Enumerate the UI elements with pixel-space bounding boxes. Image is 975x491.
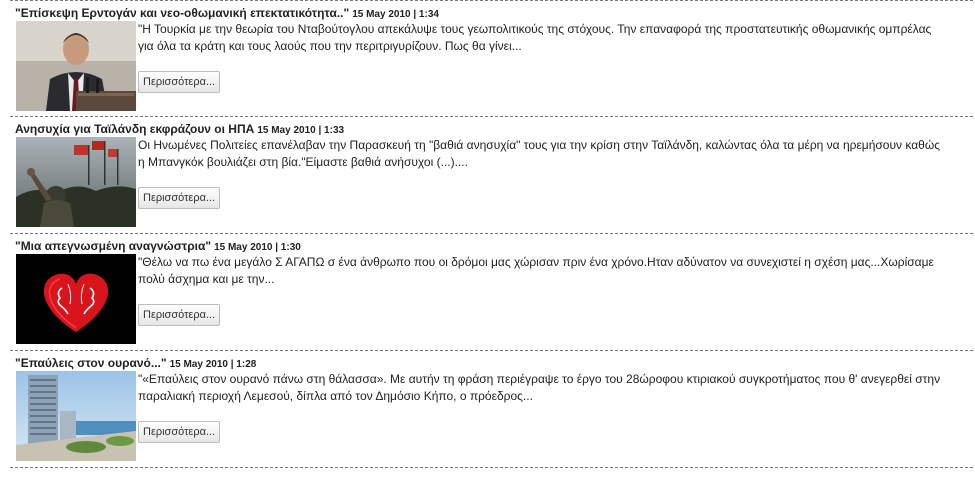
article-date: 15 May 2010 | 1:30 [214,242,301,253]
article-title-link[interactable]: "Επίσκεψη Ερντογάν και νεο-οθωμανική επε… [15,6,349,20]
article-item: Ανησυχία για Ταϊλάνδη εκφράζουν οι ΗΠΑ 15… [10,117,973,234]
article-header: "Επίσκεψη Ερντογάν και νεο-οθωμανική επε… [15,6,439,22]
article-header: "Επαύλεις στον ουρανό..." 15 May 2010 | 1… [15,356,256,372]
article-excerpt: "«Επαύλεις στον ουρανό πάνω στη θάλασσα»… [138,372,941,403]
read-more-button[interactable]: Περισσότερα... [138,304,221,326]
article-thumbnail[interactable] [16,137,136,227]
article-thumbnail[interactable] [16,371,136,461]
read-more-button[interactable]: Περισσότερα... [138,187,221,209]
article-date: 15 May 2010 | 1:33 [257,125,345,136]
article-date: 15 May 2010 | 1:28 [169,359,257,370]
article-header: "Μια απεγνωσμένη αναγνώστρια" 15 May 2010… [15,239,301,255]
article-excerpt: "Η Τουρκία με την θεωρία του Νταβούτογλο… [138,22,932,53]
article-thumbnail[interactable] [16,254,136,344]
article-title-link[interactable]: "Επαύλεις στον ουρανό..." [15,356,167,370]
read-more-button[interactable]: Περισσότερα... [138,71,221,93]
article-title-link[interactable]: Ανησυχία για Ταϊλάνδη εκφράζουν οι ΗΠΑ [15,122,254,136]
article-date: 15 May 2010 | 1:34 [352,9,439,20]
article-excerpt: "Θέλω να πω ένα μεγάλο Σ ΑΓΑΠΩ σ ένα άνθ… [138,255,934,286]
article-title-link[interactable]: "Μια απεγνωσμένη αναγνώστρια" [15,239,211,253]
read-more-button[interactable]: Περισσότερα... [138,421,221,443]
article-list: "Επίσκεψη Ερντογάν και νεο-οθωμανική επε… [10,0,973,468]
article-item: "Επαύλεις στον ουρανό..." 15 May 2010 | 1… [10,351,973,468]
article-item: "Επίσκεψη Ερντογάν και νεο-οθωμανική επε… [10,0,973,117]
article-header: Ανησυχία για Ταϊλάνδη εκφράζουν οι ΗΠΑ 15… [15,122,344,138]
article-thumbnail[interactable] [16,21,136,111]
article-excerpt: Οι Ηνωμένες Πολιτείες επανέλαβαν την Παρ… [138,138,940,169]
article-item: "Μια απεγνωσμένη αναγνώστρια" 15 May 2010… [10,234,973,351]
